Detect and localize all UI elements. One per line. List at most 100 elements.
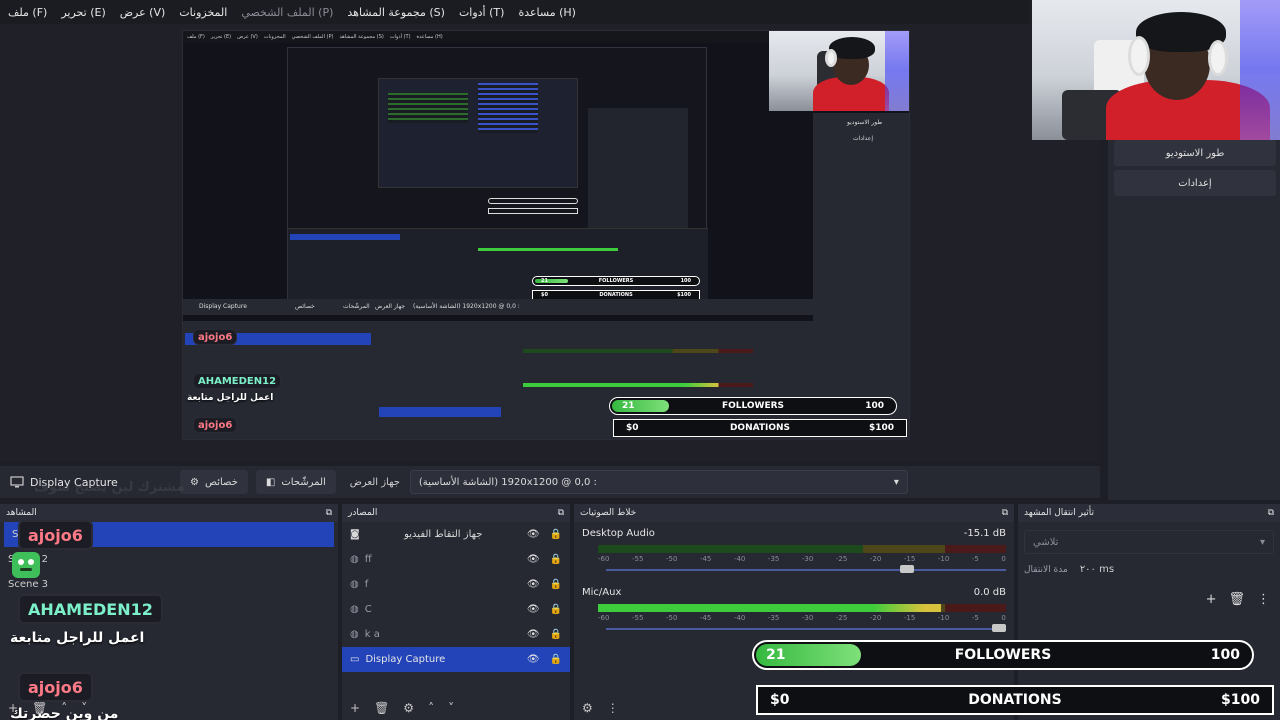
eye-icon[interactable]: 👁 — [527, 579, 540, 590]
meter-tick: -45 — [699, 614, 712, 622]
source-item-ka[interactable]: ◍ k a 👁 🔒 — [342, 622, 570, 647]
chat-name-1: ajojo6 — [18, 520, 93, 550]
webcam-headphone-left — [1128, 36, 1150, 76]
scene-item-2[interactable]: Scene 2 — [0, 547, 338, 572]
lock-icon[interactable]: 🔒 — [550, 654, 562, 665]
lock-icon[interactable]: 🔒 — [550, 604, 562, 615]
chevron-down-icon: ▾ — [893, 476, 899, 488]
transition-type: تلاشي — [1033, 536, 1059, 548]
meter-tick: -55 — [631, 555, 644, 563]
more-icon[interactable]: ⋮ — [607, 701, 619, 715]
settings-button[interactable]: إعدادات — [1114, 170, 1276, 196]
transitions-header: تأثير انتقال المشهد ⧉ — [1018, 504, 1280, 522]
trash-icon[interactable]: 🗑 — [374, 701, 389, 715]
meter-tick: -50 — [665, 555, 678, 563]
volume-knob[interactable] — [992, 624, 1006, 632]
eye-icon[interactable]: 👁 — [527, 604, 540, 615]
meter-tick: -45 — [699, 555, 712, 563]
transitions-title: تأثير انتقال المشهد — [1024, 508, 1095, 518]
eye-icon[interactable]: 👁 — [527, 529, 540, 540]
more-icon[interactable]: ⋮ — [1257, 592, 1270, 607]
menu-scene-collection[interactable]: مجموعة المشاهد (S) — [347, 6, 445, 19]
gear-icon[interactable]: ⚙ — [582, 701, 593, 715]
display-value: (الشاشة الأساسية) 1920x1200 @ 0,0 : — [418, 476, 597, 488]
menu-file[interactable]: ملف (F) — [8, 6, 47, 19]
trash-icon[interactable]: 🗑 — [1228, 592, 1245, 607]
donations-label: DONATIONS — [968, 692, 1062, 708]
eye-icon[interactable]: 👁 — [527, 629, 540, 640]
source-item-video-capture[interactable]: ◙ جهاز التقاط الفيديو 👁 🔒 — [342, 522, 570, 547]
source-item-c[interactable]: ◍ C 👁 🔒 — [342, 597, 570, 622]
level-meter-fill — [598, 604, 941, 612]
duration-label: مدة الانتقال — [1024, 564, 1068, 575]
mixer-channel-desktop: Desktop Audio -15.1 dB -60 -55 -50 -45 -40 -3… — [574, 522, 1014, 573]
lock-icon[interactable]: 🔒 — [550, 554, 562, 565]
studio-mode-button[interactable]: طور الاستوديو — [1114, 140, 1276, 166]
monitor-icon: ▭ — [350, 654, 360, 665]
volume-knob[interactable] — [900, 565, 914, 573]
undock-icon[interactable]: ⧉ — [1002, 508, 1008, 518]
source-item-ff[interactable]: ◍ ff 👁 🔒 — [342, 547, 570, 572]
eye-icon[interactable]: 👁 — [527, 654, 540, 665]
preview-display-label: جهاز العرض — [375, 303, 406, 310]
lock-icon[interactable]: 🔒 — [550, 629, 562, 640]
nested-followers-goal-value: 100 — [680, 278, 691, 284]
chevron-up-icon[interactable]: ˄ — [428, 701, 434, 715]
filter-icon: ◧ — [265, 476, 276, 488]
nested-blue-bars — [478, 83, 538, 133]
menu-docks[interactable]: المخزونات — [179, 6, 227, 19]
menu-edit[interactable]: تحرير (E) — [61, 6, 105, 19]
undock-icon[interactable]: ⧉ — [558, 508, 564, 518]
globe-icon: ◍ — [350, 604, 359, 615]
nested-menu-tools: أدوات (T) — [389, 34, 411, 40]
properties-label: خصائص — [204, 476, 238, 488]
channel-name: Desktop Audio — [582, 528, 655, 539]
add-icon[interactable]: + — [1206, 592, 1217, 607]
transition-select[interactable]: تلاشي ▾ — [1024, 530, 1274, 554]
meter-tick: 0 — [1001, 555, 1006, 563]
meter-tick: -5 — [971, 555, 979, 563]
eye-icon[interactable]: 👁 — [527, 554, 540, 565]
properties-button[interactable]: ⚙ خصائص — [180, 470, 248, 494]
display-select[interactable]: (الشاشة الأساسية) 1920x1200 @ 0,0 : ▾ — [409, 470, 908, 494]
preview-donations-goal-value: $100 — [868, 423, 894, 433]
transitions-toolbar: + 🗑 ⋮ — [1206, 592, 1270, 607]
nested-followers-goal: 21 FOLLOWERS 100 — [532, 276, 700, 286]
source-item-f[interactable]: ◍ f 👁 🔒 — [342, 572, 570, 597]
preview-area: ملف (F) تحرير (E) عرض (V) المخزونات المل… — [0, 24, 1100, 462]
meter-tick: -15 — [903, 614, 916, 622]
preview-chat-name-2: AHAMEDEN12 — [193, 373, 282, 389]
menu-profile[interactable]: الملف الشخصي (P) — [241, 6, 333, 19]
menu-tools[interactable]: أدوات (T) — [459, 6, 505, 19]
preview-properties: خصائص — [295, 303, 315, 310]
menu-help[interactable]: مساعدة (H) — [518, 6, 576, 19]
webcam-overlay — [1032, 0, 1280, 140]
filters-button[interactable]: ◧ المرشّحات — [255, 470, 336, 494]
meter-tick: -15 — [903, 555, 916, 563]
preview-mixer-meter-1 — [523, 349, 753, 353]
chat-message-3: من وين حضرتك — [10, 706, 119, 720]
menu-view[interactable]: عرض (V) — [120, 6, 166, 19]
channel-db: -15.1 dB — [963, 528, 1006, 539]
meter-tick: -20 — [869, 614, 882, 622]
lock-icon[interactable]: 🔒 — [550, 579, 562, 590]
volume-slider[interactable] — [606, 624, 1006, 632]
nested-menu-help: مساعدة (H) — [416, 34, 443, 40]
source-label: جهاز التقاط الفيديو — [404, 529, 483, 540]
lock-icon[interactable]: 🔒 — [550, 529, 562, 540]
preview-canvas[interactable]: ملف (F) تحرير (E) عرض (V) المخزونات المل… — [182, 30, 910, 440]
preview-followers-goal: 21 FOLLOWERS 100 — [609, 397, 897, 415]
nested-preview-frame: 21 FOLLOWERS 100 $0 DONATIONS $100 — [287, 47, 708, 308]
undock-icon[interactable]: ⧉ — [326, 508, 332, 518]
undock-icon[interactable]: ⧉ — [1268, 508, 1274, 518]
source-item-display-capture[interactable]: ▭ Display Capture 👁 🔒 — [342, 647, 570, 672]
webcam-headphone-right — [1208, 40, 1228, 76]
camera-icon: ◙ — [350, 529, 360, 540]
volume-slider[interactable] — [606, 565, 1006, 573]
chat-name-3: ajojo6 — [18, 672, 93, 702]
sources-header: المصادر ⧉ — [342, 504, 570, 522]
chevron-down-icon[interactable]: ˅ — [448, 701, 454, 715]
add-icon[interactable]: + — [350, 701, 360, 715]
duration-value[interactable]: ٢٠٠ ms — [1080, 564, 1114, 575]
gear-icon[interactable]: ⚙ — [403, 701, 414, 715]
